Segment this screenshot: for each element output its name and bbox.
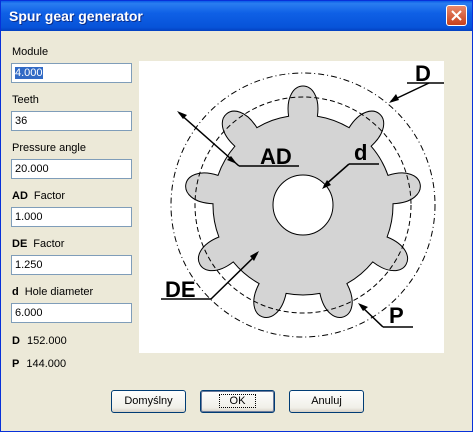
outer-diameter-value: 152.000 — [26, 335, 67, 347]
cancel-button[interactable]: Anuluj — [289, 390, 364, 413]
pressure-angle-field[interactable]: 20.000 — [11, 159, 132, 179]
de-factor-value: 1.250 — [15, 259, 43, 271]
de-factor-label: DE Factor — [12, 238, 64, 250]
close-icon — [451, 10, 462, 21]
module-field[interactable]: 4.000 — [11, 63, 132, 83]
p-arrow — [358, 303, 368, 311]
de-factor-text: Factor — [33, 238, 65, 250]
ok-button[interactable]: OK — [200, 390, 275, 413]
ok-label: OK — [218, 394, 257, 408]
pitch-diameter-value: 144.000 — [26, 358, 67, 370]
module-value: 4.000 — [15, 67, 43, 79]
d-arrow — [389, 94, 399, 103]
label-hole-d: d — [354, 140, 367, 165]
ad-factor-text: Factor — [33, 190, 66, 202]
de-factor-field[interactable]: 1.250 — [11, 255, 132, 275]
title-bar[interactable]: Spur gear generator — [1, 1, 472, 31]
pressure-angle-value: 20.000 — [15, 163, 49, 175]
de-factor-bold: DE — [12, 238, 28, 250]
ad-factor-field[interactable]: 1.000 — [11, 207, 132, 227]
bore-hole — [272, 174, 334, 236]
outer-diameter-bold: D — [12, 335, 20, 347]
label-d-outer: D — [415, 61, 431, 86]
label-ad: AD — [260, 144, 292, 169]
default-button[interactable]: Domyślny — [111, 390, 186, 413]
hole-diameter-value: 6.000 — [15, 307, 43, 319]
ad-factor-label: AD Factor — [12, 190, 65, 202]
close-button[interactable] — [446, 5, 467, 26]
hole-diameter-field[interactable]: 6.000 — [11, 303, 132, 323]
window-title: Spur gear generator — [9, 8, 143, 24]
ad-factor-bold: AD — [12, 190, 28, 202]
module-label: Module — [12, 46, 49, 58]
hole-diameter-bold: d — [12, 286, 19, 298]
gear-diagram: D AD d DE P — [161, 61, 445, 338]
pitch-diameter-bold: P — [12, 358, 20, 370]
dialog-window: Spur gear generator Module 4.000 Teeth 3… — [0, 0, 473, 432]
teeth-field[interactable]: 36 — [11, 111, 132, 131]
hole-diameter-text: Hole diameter — [24, 286, 94, 298]
label-de: DE — [165, 277, 196, 302]
teeth-value: 36 — [15, 115, 28, 127]
label-p: P — [389, 303, 404, 328]
ad-factor-value: 1.000 — [15, 211, 43, 223]
gear-diagram-panel: D AD d DE P — [139, 61, 445, 353]
outer-diameter-readout: D 152.000 — [12, 335, 67, 347]
hole-diameter-label: d Hole diameter — [12, 286, 93, 298]
pitch-diameter-readout: P 144.000 — [12, 358, 66, 370]
pressure-angle-label: Pressure angle — [12, 142, 86, 154]
teeth-label: Teeth — [12, 94, 39, 106]
